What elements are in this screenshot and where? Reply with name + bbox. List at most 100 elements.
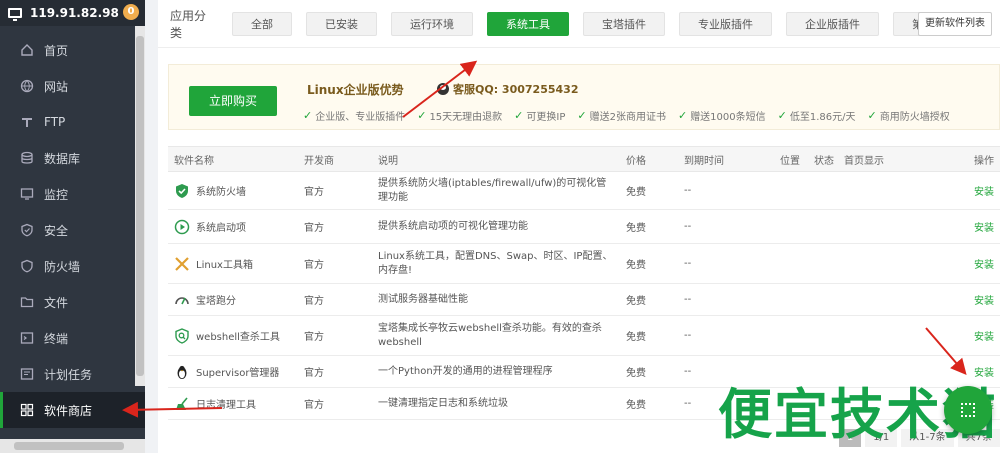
buy-now-button[interactable]: 立即购买 [189, 86, 277, 116]
floating-action-button[interactable] [944, 386, 992, 434]
software-name: 系统防火墙 [196, 187, 246, 198]
description: 一个Python开发的通用的进程管理程序 [372, 355, 620, 388]
col-expire: 到期时间 [678, 146, 774, 172]
category-system-tools[interactable]: 系统工具 [487, 11, 569, 36]
category-all[interactable]: 全部 [232, 11, 292, 36]
feature-item: ✓ 企业版、专业版插件 [303, 108, 405, 123]
refresh-list-button[interactable]: 更新软件列表 [918, 12, 992, 36]
check-icon: ✓ [677, 109, 688, 122]
support-qq[interactable]: 客服QQ: 3007255432 [437, 81, 578, 97]
table-row: 宝塔跑分 官方 测试服务器基础性能 免费 -- 安装 [168, 283, 1000, 316]
software-name: webshell查杀工具 [196, 332, 280, 343]
sidebar-item-label: 软件商店 [44, 403, 93, 418]
col-description: 说明 [372, 146, 620, 172]
monitor-icon [8, 8, 22, 21]
category-bar: 应用分类 全部 已安装 运行环境 系统工具 宝塔插件 专业版插件 企业版插件 第… [158, 0, 1000, 48]
feature-item: ✓ 商用防火墙授权 [868, 108, 950, 123]
server-header[interactable]: 119.91.82.98 0 [0, 0, 145, 26]
install-link[interactable]: 安装 [942, 283, 1000, 316]
sidebar-item-firewall[interactable]: 防火墙 [0, 248, 145, 284]
software-name: Supervisor管理器 [196, 368, 280, 379]
sidebar-item-cron[interactable]: 计划任务 [0, 356, 145, 392]
tools-icon [174, 256, 190, 272]
category-enterprise-plugins[interactable]: 企业版插件 [786, 11, 879, 36]
sidebar-item-app-store[interactable]: 软件商店 [0, 392, 145, 428]
install-link[interactable]: 安装 [942, 315, 1000, 356]
category-runtime[interactable]: 运行环境 [391, 11, 473, 36]
scrollbar-thumb[interactable] [136, 36, 144, 376]
install-link[interactable]: 安装 [942, 171, 1000, 210]
developer: 官方 [298, 283, 372, 316]
penguin-icon [174, 364, 190, 380]
sidebar-item-label: 数据库 [44, 151, 81, 166]
col-homepage: 首页显示 [838, 146, 942, 172]
location [774, 243, 808, 284]
col-location: 位置 [774, 146, 808, 172]
check-icon: ✓ [777, 109, 787, 122]
firewall-shield-icon [174, 183, 190, 199]
status [808, 243, 838, 284]
grid-dots-icon [961, 403, 975, 417]
sidebar-item-ftp[interactable]: FTP [0, 104, 145, 140]
feature-list: ✓ 企业版、专业版插件 ✓ 15天无理由退款 ✓ 可更换IP ✓ 赠送2张商用证书 ✓ 赠… [303, 108, 962, 123]
price: 免费 [620, 243, 678, 284]
location [774, 283, 808, 316]
description: 提供系统启动项的可视化管理功能 [372, 209, 620, 244]
feature-item: ✓ 可更换IP [514, 108, 565, 123]
grid-icon [20, 403, 34, 417]
col-action: 操作 [942, 146, 1000, 172]
expire-date: -- [678, 243, 774, 284]
location [774, 209, 808, 244]
homepage-display [838, 243, 942, 284]
table-row: 系统防火墙 官方 提供系统防火墙(iptables/firewall/ufw)的… [168, 171, 1000, 210]
globe-icon [20, 79, 34, 93]
sidebar-item-website[interactable]: 网站 [0, 68, 145, 104]
feature-item: ✓ 低至1.86元/天 [778, 108, 856, 123]
developer: 官方 [298, 171, 372, 210]
description: 测试服务器基础性能 [372, 283, 620, 316]
description: 一键清理指定日志和系统垃圾 [372, 387, 620, 420]
install-link[interactable]: 安装 [942, 243, 1000, 284]
terminal-icon [20, 331, 34, 345]
homepage-display [838, 315, 942, 356]
sidebar-item-monitor[interactable]: 监控 [0, 176, 145, 212]
sidebar-item-label: 安全 [44, 223, 69, 238]
software-name: Linux工具箱 [196, 260, 253, 271]
check-icon: ✓ [577, 109, 587, 122]
feature-text: 赠送1000条短信 [690, 112, 766, 123]
sidebar-item-database[interactable]: 数据库 [0, 140, 145, 176]
category-installed[interactable]: 已安装 [306, 11, 377, 36]
shield-icon [20, 223, 34, 237]
notification-badge[interactable]: 0 [123, 4, 139, 20]
sidebar-item-security[interactable]: 安全 [0, 212, 145, 248]
sidebar-item-terminal[interactable]: 终端 [0, 320, 145, 356]
feature-text: 商用防火墙授权 [879, 112, 950, 123]
horizontal-scrollbar[interactable] [0, 439, 145, 453]
scrollbar-thumb[interactable] [14, 442, 124, 450]
price: 免费 [620, 315, 678, 356]
developer: 官方 [298, 387, 372, 420]
feature-item: ✓ 赠送2张商用证书 [577, 108, 666, 123]
check-icon: ✓ [303, 109, 313, 122]
firewall-icon [20, 259, 34, 273]
sidebar-scrollbar[interactable] [135, 26, 145, 386]
play-circle-icon [174, 219, 190, 235]
status [808, 315, 838, 356]
feature-text: 可更换IP [526, 112, 566, 123]
homepage-display [838, 209, 942, 244]
category-bt-plugins[interactable]: 宝塔插件 [583, 11, 665, 36]
sidebar-item-files[interactable]: 文件 [0, 284, 145, 320]
check-icon: ✓ [417, 109, 427, 122]
location [774, 315, 808, 356]
sidebar-item-home[interactable]: 首页 [0, 32, 145, 68]
col-price: 价格 [620, 146, 678, 172]
developer: 官方 [298, 243, 372, 284]
price: 免费 [620, 355, 678, 388]
expire-date: -- [678, 171, 774, 210]
col-developer: 开发商 [298, 146, 372, 172]
sidebar-item-label: 防火墙 [44, 259, 81, 274]
install-link[interactable]: 安装 [942, 209, 1000, 244]
price: 免费 [620, 283, 678, 316]
sidebar-item-label: 网站 [44, 79, 69, 94]
category-pro-plugins[interactable]: 专业版插件 [679, 11, 772, 36]
